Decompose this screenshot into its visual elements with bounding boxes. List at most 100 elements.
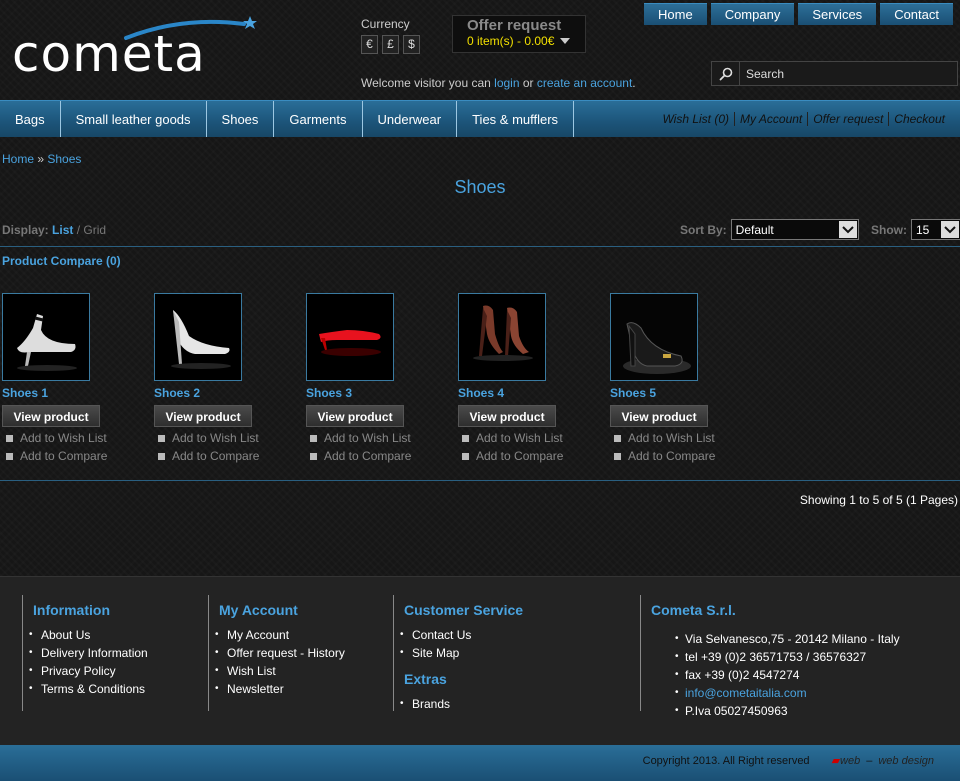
add-to-compare[interactable]: Add to Compare [306,449,458,463]
checkout-link[interactable]: Checkout [888,112,950,126]
product-thumbnail[interactable] [458,293,546,381]
product-name[interactable]: Shoes 3 [306,386,458,400]
copyright-text: Copyright 2013. All Right reserved [642,754,810,767]
product-name[interactable]: Shoes 5 [610,386,762,400]
show-value: 15 [916,222,930,237]
web-design-credit[interactable]: ▰web [832,754,861,767]
add-to-compare-label: Add to Compare [172,449,260,463]
search-input[interactable] [740,62,957,85]
add-to-wishlist-label: Add to Wish List [172,431,259,445]
bottom-bar: Copyright 2013. All Right reserved ▰ web … [0,745,960,781]
add-to-compare[interactable]: Add to Compare [458,449,610,463]
product-compare-link[interactable]: Product Compare (0) [2,254,121,268]
my-account-link[interactable]: My Account [734,112,807,126]
category-small-leather-goods[interactable]: Small leather goods [61,101,207,137]
create-account-link[interactable]: create an account [537,76,632,90]
sort-control: Sort By: Default [680,219,859,240]
product-thumbnail[interactable] [306,293,394,381]
sort-value: Default [735,222,774,237]
display-label: Display: [2,223,49,237]
site-logo[interactable]: cometa [12,14,257,82]
welcome-prefix: Welcome visitor you can [361,76,495,90]
currency-dollar-button[interactable]: $ [403,35,420,54]
add-to-compare[interactable]: Add to Compare [2,449,154,463]
view-product-button[interactable]: View product [154,405,252,427]
add-to-wishlist[interactable]: Add to Wish List [458,431,610,445]
shoe-image [155,294,241,380]
search-icon [719,67,732,80]
view-product-button[interactable]: View product [458,405,556,427]
currency-pound-button[interactable]: £ [382,35,399,54]
search-box [711,61,958,86]
sort-select[interactable]: Default [730,219,859,240]
show-select[interactable]: 15 [911,219,960,240]
company-email[interactable]: info@cometaitalia.com [651,684,940,702]
company-email-link[interactable]: info@cometaitalia.com [685,686,807,700]
display-grid-option[interactable]: Grid [83,223,106,237]
product-name[interactable]: Shoes 1 [2,386,154,400]
currency-euro-button[interactable]: € [361,35,378,54]
footer-link-terms[interactable]: Terms & Conditions [29,680,208,698]
footer-link-offer-history[interactable]: Offer request - History [215,644,394,662]
view-product-button[interactable]: View product [306,405,404,427]
footer-customer-service: Customer Service Contact Us Site Map Ext… [393,595,640,713]
footer-link-about-us[interactable]: About Us [29,626,208,644]
add-to-wishlist[interactable]: Add to Wish List [154,431,306,445]
product-card: Shoes 2 View product Add to Wish List Ad… [154,293,306,463]
add-to-wishlist-label: Add to Wish List [476,431,563,445]
wish-list-link[interactable]: Wish List (0) [657,112,734,126]
display-list-option[interactable]: List [52,223,73,237]
company-fax: fax +39 (0)2 4547274 [651,666,940,684]
footer-link-contact-us[interactable]: Contact Us [400,626,640,644]
footer-link-brands[interactable]: Brands [400,695,640,713]
view-product-button[interactable]: View product [2,405,100,427]
product-thumbnail[interactable] [2,293,90,381]
shoe-image [307,294,393,380]
nav-home[interactable]: Home [644,3,707,25]
category-garments[interactable]: Garments [274,101,363,137]
add-to-wishlist[interactable]: Add to Wish List [306,431,458,445]
footer-link-site-map[interactable]: Site Map [400,644,640,662]
breadcrumb-home[interactable]: Home [2,152,34,166]
footer-link-delivery[interactable]: Delivery Information [29,644,208,662]
offer-request-link[interactable]: Offer request [807,112,888,126]
category-ties-mufflers[interactable]: Ties & mufflers [457,101,575,137]
offer-request-cart[interactable]: Offer request 0 item(s) - 0.00€ [452,15,586,53]
add-to-compare[interactable]: Add to Compare [154,449,306,463]
footer-link-my-account[interactable]: My Account [215,626,394,644]
maker-logo-icon: ▰ [831,755,841,767]
product-name[interactable]: Shoes 2 [154,386,306,400]
add-to-wishlist-label: Add to Wish List [20,431,107,445]
pagination-summary: Showing 1 to 5 of 5 (1 Pages) [799,493,958,507]
checkbox-square-icon [6,434,13,442]
footer: Information About Us Delivery Informatio… [0,576,960,745]
add-to-wishlist[interactable]: Add to Wish List [610,431,762,445]
search-button[interactable] [712,62,740,85]
add-to-compare[interactable]: Add to Compare [610,449,762,463]
nav-contact[interactable]: Contact [880,3,953,25]
product-card: Shoes 3 View product Add to Wish List Ad… [306,293,458,463]
category-underwear[interactable]: Underwear [363,101,458,137]
product-thumbnail[interactable] [154,293,242,381]
product-card: Shoes 4 View product Add to Wish List Ad… [458,293,610,463]
nav-services[interactable]: Services [798,3,877,25]
currency-selector: Currency € £ $ [361,17,420,54]
checkbox-square-icon [6,452,13,460]
nav-company[interactable]: Company [710,3,795,25]
footer-heading: Extras [404,671,447,687]
page-title: Shoes [454,177,506,197]
category-shoes[interactable]: Shoes [207,101,275,137]
category-bags[interactable]: Bags [0,101,61,137]
add-to-compare-label: Add to Compare [324,449,412,463]
breadcrumb-current[interactable]: Shoes [47,152,81,166]
footer-link-newsletter[interactable]: Newsletter [215,680,394,698]
breadcrumb-separator: » [34,152,48,166]
add-to-wishlist[interactable]: Add to Wish List [2,431,154,445]
product-thumbnail[interactable] [610,293,698,381]
product-name[interactable]: Shoes 4 [458,386,610,400]
welcome-message: Welcome visitor you can login or create … [361,76,636,90]
view-product-button[interactable]: View product [610,405,708,427]
footer-link-privacy[interactable]: Privacy Policy [29,662,208,680]
footer-link-wish-list[interactable]: Wish List [215,662,394,680]
login-link[interactable]: login [494,76,519,90]
